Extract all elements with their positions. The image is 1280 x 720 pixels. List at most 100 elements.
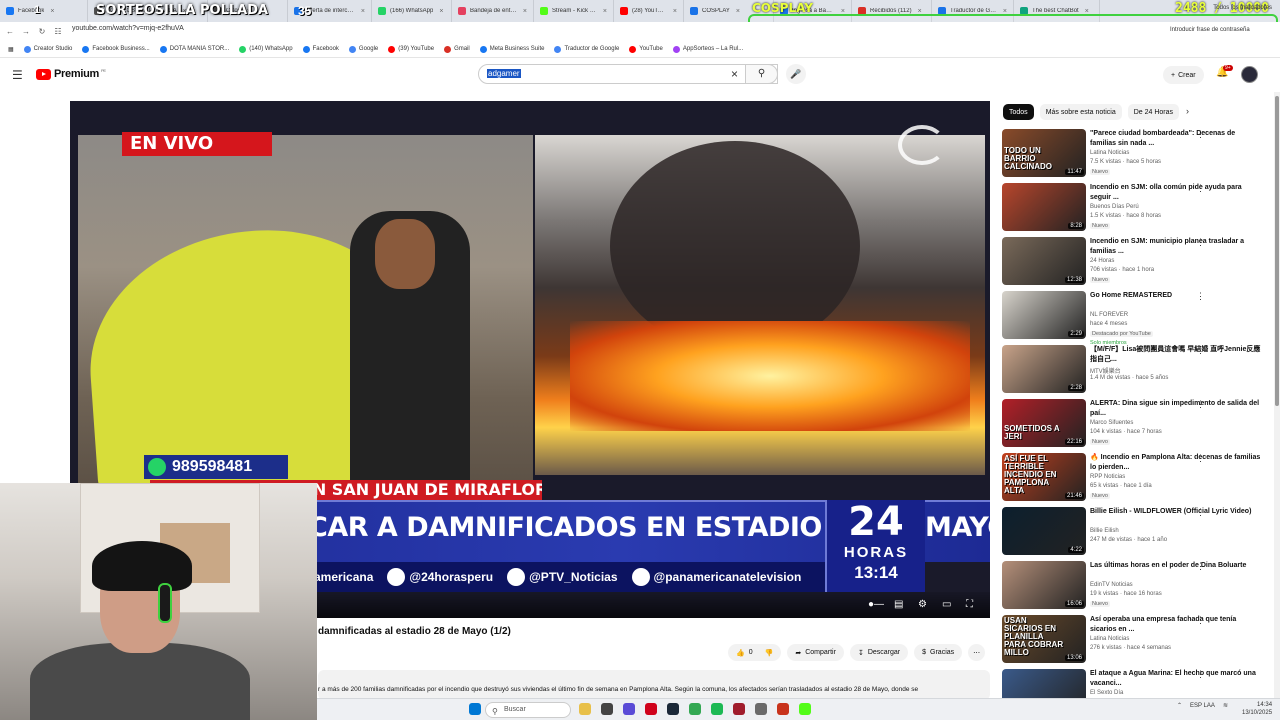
recommended-title[interactable]: ALERTA: Dina sigue sin impedimento de sa… [1090,399,1262,418]
channel-name[interactable]: Buenos Días Perú [1090,204,1139,210]
autoplay-toggle-icon[interactable]: ●— [868,599,884,610]
create-button[interactable]: + Crear [1163,66,1204,84]
recommended-title[interactable]: El ataque a Agua Marina: El hecho que ma… [1090,669,1262,688]
video-description[interactable]: r a más de 200 familias damnificadas por… [318,670,990,700]
recommended-video[interactable]: 8:28 Incendio en SJM: olla común pide ayu… [1002,183,1274,233]
recommended-title[interactable]: Billie Eilish - WILDFLOWER (Official Lyr… [1090,507,1262,517]
more-options-icon[interactable]: ⋮ [1196,345,1205,356]
language-indicator[interactable]: ESP LAA [1190,703,1215,709]
video-thumbnail[interactable]: 16:06 [1002,561,1086,609]
apps-icon[interactable]: ▦ [8,46,14,53]
channel-name[interactable]: Latina Noticias [1090,150,1129,156]
bookmark-item[interactable]: Meta Business Suite [479,45,544,53]
video-thumbnail[interactable]: SOMETIDOS A JERI 22:16 [1002,399,1086,447]
like-button[interactable]: 👍 0 👎 [728,644,782,661]
close-tab-icon[interactable]: × [361,8,365,15]
recommended-video[interactable]: USAN SICARIOS EN PLANILLA PARA COBRAR MI… [1002,615,1274,665]
channel-name[interactable]: EdinTV Noticias [1090,582,1133,588]
recommended-video[interactable]: SOMETIDOS A JERI 22:16 ALERTA: Dina sigue … [1002,399,1274,449]
recommended-title[interactable]: 【M/F/F】Lisa被問團員這會嗎 早結婚 直呼Jennie反應指自己... [1090,345,1262,364]
fullscreen-icon[interactable]: ⛶ [966,599,973,610]
channel-name[interactable]: 24 Horas [1090,258,1114,264]
video-thumbnail[interactable]: ASÍ FUE EL TERRIBLE INCENDIO EN PAMPLONA… [1002,453,1086,501]
close-tab-icon[interactable]: × [439,8,443,15]
recommended-title[interactable]: Incendio en SJM: municipio planea trasla… [1090,237,1262,256]
recommended-video[interactable]: 16:06 Las últimas horas en el poder de Di… [1002,561,1274,611]
recommended-video[interactable]: TODO UN BARRIO CALCINADO 11:47 "Parece ciu… [1002,129,1274,179]
more-options-icon[interactable]: ⋮ [1196,669,1205,680]
steam-icon[interactable] [667,703,679,715]
recorder-icon[interactable] [777,703,789,715]
more-options-icon[interactable]: ⋮ [1196,453,1205,464]
more-options-icon[interactable]: ⋮ [1196,615,1205,626]
clear-search-icon[interactable]: × [731,67,738,81]
filter-chip[interactable]: Todos [1003,104,1034,120]
channel-name[interactable]: Billie Eilish [1090,528,1119,534]
channel-name[interactable]: RPP Noticias [1090,474,1125,480]
more-options-icon[interactable]: ⋮ [1196,561,1205,572]
recommended-video[interactable]: ASÍ FUE EL TERRIBLE INCENDIO EN PAMPLONA… [1002,453,1274,503]
channel-name[interactable]: NL FOREVER [1090,312,1128,318]
recommended-title[interactable]: Go Home REMASTERED [1090,291,1262,301]
recommended-title[interactable]: Así operaba una empresa fachada que tení… [1090,615,1262,634]
bookmark-item[interactable]: Facebook [302,45,339,53]
thumbs-down-icon[interactable]: 👎 [765,649,774,657]
recommended-video[interactable]: 2:28 【M/F/F】Lisa被問團員這會嗎 早結婚 直呼Jennie反應指自己… [1002,345,1274,395]
channel-name[interactable]: Latina Noticias [1090,636,1129,642]
bookmark-item[interactable]: DOTA MANIA STOR... [159,45,229,53]
scrollbar-thumb[interactable] [1275,96,1279,406]
browser-tab[interactable]: (166) WhatsApp × [372,0,452,22]
start-icon[interactable] [469,703,481,715]
download-button[interactable]: ↧ Descargar [849,644,909,661]
bookmark-item[interactable]: Google [348,45,378,53]
more-options-icon[interactable]: ⋮ [1196,399,1205,410]
bookmark-item[interactable]: Traductor de Google [554,45,619,53]
chevron-up-icon[interactable]: ⌃ [1177,702,1182,709]
more-options-icon[interactable]: ⋮ [1196,183,1205,194]
taskbar-search[interactable]: ⚲ Buscar [485,702,571,718]
system-tray[interactable]: ⌃ ESP LAA ≋ [1177,702,1228,710]
close-tab-icon[interactable]: × [673,8,677,15]
wifi-icon[interactable]: ≋ [1223,702,1228,709]
channel-name[interactable]: Marco Sifuentes [1090,420,1133,426]
recommended-title[interactable]: Las últimas horas en el poder de Dina Bo… [1090,561,1262,571]
filter-chip[interactable]: Más sobre esta noticia [1039,104,1122,120]
url-field[interactable]: youtube.com/watch?v=mjq-e2fhuVA [72,25,184,32]
browser-tab[interactable]: Bandeja de entrada × [452,0,534,22]
close-tab-icon[interactable]: × [523,8,527,15]
chevron-right-icon[interactable]: › [1186,106,1189,116]
calculator-icon[interactable] [755,703,767,715]
recommended-title[interactable]: 🔥 Incendio en Pamplona Alta: decenas de … [1090,453,1262,472]
more-actions-icon[interactable]: ⋯ [968,644,986,661]
more-options-icon[interactable]: ⋮ [1196,129,1205,140]
site-info-icon[interactable]: ☷ [52,27,64,36]
more-options-icon[interactable]: ⋮ [1196,507,1205,518]
all-bookmarks-button[interactable]: Todos los marcadores [1213,5,1272,11]
kick-icon[interactable] [799,703,811,715]
more-options-icon[interactable]: ⋮ [1196,237,1205,248]
bookmark-item[interactable]: Facebook Business... [82,45,150,53]
bookmark-item[interactable]: AppSorteos – La Rul... [672,45,743,53]
filter-chip[interactable]: De 24 Horas [1127,104,1180,120]
close-tab-icon[interactable]: × [603,8,607,15]
chrome-icon[interactable] [689,703,701,715]
recommended-title[interactable]: Incendio en SJM: olla común pide ayuda p… [1090,183,1262,202]
voice-search-icon[interactable]: 🎤 [786,64,806,84]
thanks-button[interactable]: $ Gracias [914,644,963,661]
opera-icon[interactable] [645,703,657,715]
reload-icon[interactable]: ↻ [36,27,48,36]
app-icon[interactable] [733,703,745,715]
forward-icon[interactable]: → [20,27,32,36]
recommended-title[interactable]: "Parece ciudad bombardeada": Decenas de … [1090,129,1262,148]
bookmark-item[interactable]: (39) YouTube [388,45,434,53]
search-input[interactable]: adgamer × [478,64,778,84]
spotify-icon[interactable] [711,703,723,715]
bookmark-item[interactable]: Gmail [444,45,470,53]
bookmark-item[interactable]: Creator Studio [23,45,72,53]
youtube-logo[interactable]: Premium PE [36,68,106,80]
task-view-icon[interactable] [601,703,613,715]
menu-icon[interactable]: ☰ [12,68,23,82]
close-tab-icon[interactable]: × [736,8,740,15]
widgets-icon[interactable] [579,703,591,715]
share-button[interactable]: ➦ Compartir [787,644,844,661]
